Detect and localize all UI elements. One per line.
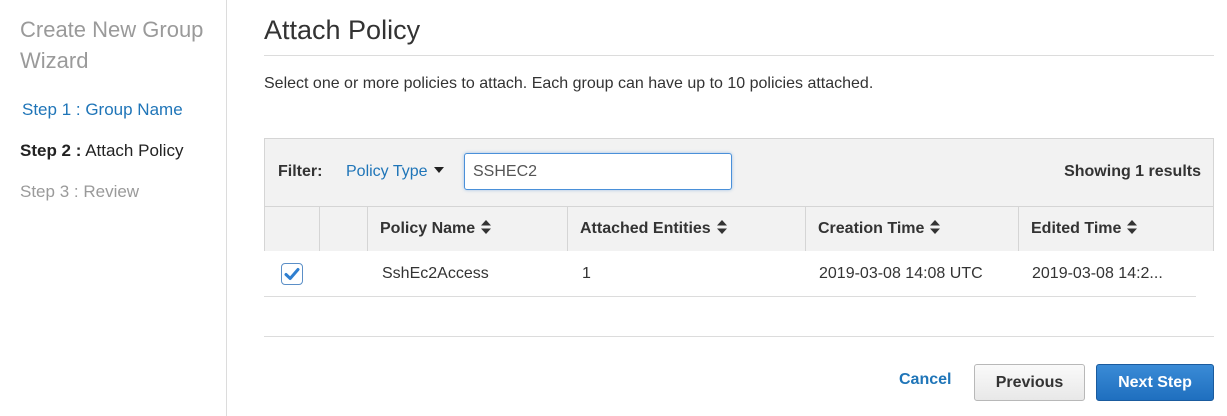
header-policy-name[interactable]: Policy Name — [367, 207, 567, 251]
next-step-button[interactable]: Next Step — [1096, 364, 1214, 401]
page-description: Select one or more policies to attach. E… — [264, 75, 874, 92]
step-2-number: Step 2 : — [20, 141, 82, 160]
step-3-label: Review — [78, 182, 140, 201]
table-row[interactable]: SshEc2Access 1 2019-03-08 14:08 UTC 2019… — [264, 252, 1196, 297]
sort-icon — [930, 220, 941, 234]
cell-attached-entities: 1 — [582, 265, 591, 282]
filter-bar: Filter: Policy Type Showing 1 results — [265, 139, 1213, 207]
policy-type-dropdown[interactable]: Policy Type — [346, 163, 444, 181]
wizard-sidebar: Create New Group Wizard Step 1 : Group N… — [0, 0, 227, 416]
wizard-title: Create New Group Wizard — [20, 17, 204, 73]
footer-divider — [264, 336, 1214, 337]
step-3-disabled: Step 3 : Review — [20, 182, 139, 202]
step-1-number: Step 1 : — [22, 100, 81, 119]
cell-policy-name: SshEc2Access — [382, 265, 489, 282]
previous-button[interactable]: Previous — [974, 364, 1085, 401]
header-edited-time[interactable]: Edited Time — [1018, 207, 1213, 251]
sort-icon — [1127, 220, 1138, 234]
header-edited-time-label: Edited Time — [1031, 220, 1122, 237]
step-2-current: Step 2 : Attach Policy — [20, 141, 183, 161]
sort-icon — [481, 220, 492, 234]
header-creation-time[interactable]: Creation Time — [805, 207, 1018, 251]
results-count: Showing 1 results — [1064, 163, 1201, 180]
page-title: Attach Policy — [264, 15, 421, 45]
header-expand-column — [319, 207, 367, 251]
step-2-label: Attach Policy — [81, 141, 184, 160]
header-creation-time-label: Creation Time — [818, 220, 925, 237]
cell-edited-time: 2019-03-08 14:2... — [1032, 265, 1163, 282]
cancel-button[interactable]: Cancel — [899, 371, 951, 389]
step-1-link[interactable]: Step 1 : Group Name — [22, 100, 183, 120]
table-header-row: Policy Name Attached Entities Creation T… — [265, 207, 1213, 251]
policy-type-label: Policy Type — [346, 163, 428, 180]
step-1-label: Group Name — [80, 100, 183, 119]
caret-down-icon — [433, 167, 444, 173]
sort-icon — [716, 220, 727, 234]
header-checkbox-column — [265, 207, 319, 251]
header-policy-name-label: Policy Name — [380, 220, 476, 237]
search-input[interactable] — [464, 153, 732, 190]
title-divider — [264, 55, 1214, 56]
policy-table: Filter: Policy Type Showing 1 results Po… — [264, 138, 1214, 251]
cell-creation-time: 2019-03-08 14:08 UTC — [819, 265, 983, 282]
filter-label: Filter: — [278, 163, 323, 180]
row-checkbox[interactable] — [281, 263, 303, 285]
step-3-number: Step 3 : — [20, 182, 79, 201]
header-attached-entities[interactable]: Attached Entities — [567, 207, 805, 251]
header-attached-entities-label: Attached Entities — [580, 220, 711, 237]
checkmark-icon — [284, 268, 300, 280]
